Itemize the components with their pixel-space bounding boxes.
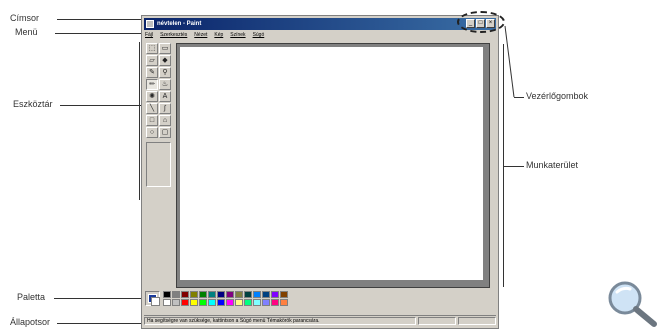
- palette-swatch[interactable]: [244, 299, 252, 306]
- palette-swatch[interactable]: [217, 299, 225, 306]
- tool-options-panel[interactable]: [146, 142, 171, 187]
- palette-swatch[interactable]: [163, 299, 171, 306]
- menu-item-view[interactable]: Nézet: [194, 32, 207, 41]
- menu-item-edit[interactable]: Szerkesztés: [160, 32, 187, 41]
- paint-app-icon: [146, 20, 154, 28]
- palette-swatch[interactable]: [235, 291, 243, 298]
- leader-munkaterulet: [504, 166, 524, 167]
- menu-item-help[interactable]: Súgó: [253, 32, 265, 41]
- palette-swatch[interactable]: [190, 299, 198, 306]
- palette-swatches: [163, 291, 288, 306]
- palette-swatch[interactable]: [208, 299, 216, 306]
- palette-swatch[interactable]: [253, 299, 261, 306]
- magnifier-icon[interactable]: [601, 278, 661, 328]
- polygon-icon[interactable]: ⌂: [159, 115, 171, 126]
- status-message: Ha segítségre van szüksége, kattintson a…: [144, 317, 416, 325]
- pencil-icon[interactable]: ✏: [146, 79, 158, 90]
- palette-swatch[interactable]: [262, 299, 270, 306]
- background-color: [151, 297, 160, 306]
- palette-swatch[interactable]: [199, 291, 207, 298]
- palette-swatch[interactable]: [208, 291, 216, 298]
- color-palette: [145, 291, 288, 311]
- status-bar: Ha segítségre van szüksége, kattintson a…: [144, 315, 496, 326]
- menu-item-file[interactable]: Fájl: [145, 32, 153, 41]
- palette-swatch[interactable]: [262, 291, 270, 298]
- ellipse-icon[interactable]: ○: [146, 127, 158, 138]
- fill-icon[interactable]: ◆: [159, 55, 171, 66]
- palette-swatch[interactable]: [226, 299, 234, 306]
- palette-swatch[interactable]: [199, 299, 207, 306]
- palette-swatch[interactable]: [163, 291, 171, 298]
- palette-swatch[interactable]: [217, 291, 225, 298]
- palette-swatch[interactable]: [244, 291, 252, 298]
- magnifier-icon[interactable]: ⚲: [159, 67, 171, 78]
- palette-swatch[interactable]: [172, 299, 180, 306]
- brush-icon[interactable]: ♨: [159, 79, 171, 90]
- color-picker-icon[interactable]: ✎: [146, 67, 158, 78]
- palette-swatch[interactable]: [253, 291, 261, 298]
- free-select-icon[interactable]: ⬚: [146, 43, 158, 54]
- controls-highlight-circle: [457, 11, 505, 33]
- status-cell-size: [458, 317, 496, 325]
- drawing-canvas[interactable]: [180, 47, 483, 280]
- palette-swatch[interactable]: [280, 299, 288, 306]
- palette-swatch[interactable]: [280, 291, 288, 298]
- palette-swatch[interactable]: [271, 291, 279, 298]
- palette-swatch[interactable]: [271, 299, 279, 306]
- paint-window: névtelen - Paint _ □ × Fájl Szerkesztés …: [141, 15, 499, 329]
- select-icon[interactable]: ▭: [159, 43, 171, 54]
- toolbox: ⬚ ▭ ▱ ◆ ✎ ⚲ ✏ ♨ ✺ A ╲ ∫ □ ⌂ ○ ▢: [146, 43, 174, 187]
- eraser-icon[interactable]: ▱: [146, 55, 158, 66]
- tool-grid: ⬚ ▭ ▱ ◆ ✎ ⚲ ✏ ♨ ✺ A ╲ ∫ □ ⌂ ○ ▢: [146, 43, 174, 138]
- palette-swatch[interactable]: [226, 291, 234, 298]
- label-munkaterulet: Munkaterület: [526, 160, 579, 170]
- text-icon[interactable]: A: [159, 91, 171, 102]
- current-colors: [145, 291, 160, 306]
- window-title: névtelen - Paint: [157, 21, 202, 27]
- title-bar[interactable]: névtelen - Paint _ □ ×: [144, 18, 496, 30]
- line-icon[interactable]: ╲: [146, 103, 158, 114]
- bracket-munkaterulet: [503, 44, 504, 287]
- rounded-rect-icon[interactable]: ▢: [159, 127, 171, 138]
- menu-bar: Fájl Szerkesztés Nézet Kép Színek Súgó: [145, 32, 264, 41]
- rectangle-icon[interactable]: □: [146, 115, 158, 126]
- status-cell-coords: [418, 317, 456, 325]
- work-area: [176, 43, 490, 288]
- palette-swatch[interactable]: [181, 299, 189, 306]
- curve-icon[interactable]: ∫: [159, 103, 171, 114]
- palette-swatch[interactable]: [190, 291, 198, 298]
- menu-item-colors[interactable]: Színek: [230, 32, 245, 41]
- palette-swatch[interactable]: [181, 291, 189, 298]
- palette-swatch[interactable]: [172, 291, 180, 298]
- airbrush-icon[interactable]: ✺: [146, 91, 158, 102]
- palette-swatch[interactable]: [235, 299, 243, 306]
- menu-item-image[interactable]: Kép: [214, 32, 223, 41]
